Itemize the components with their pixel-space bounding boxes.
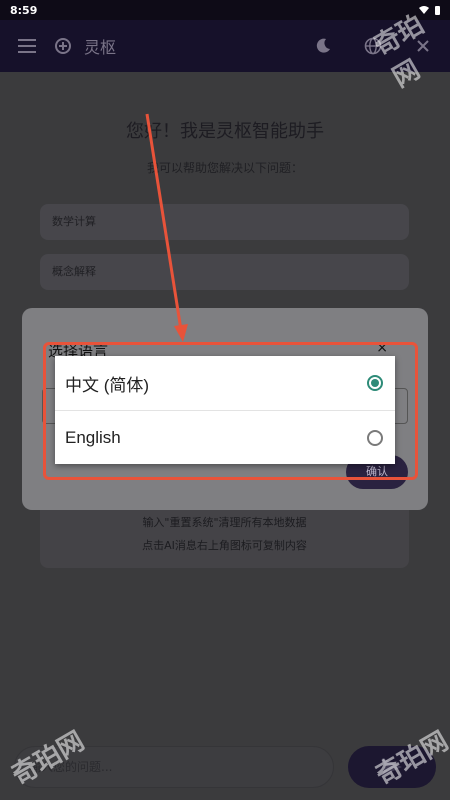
app-title: 灵枢 [84,38,117,57]
status-bar: 8:59 [0,0,450,20]
welcome-subtitle: 我可以帮助您解决以下问题： [146,161,303,175]
tip-text: 输入"重置系统"清理所有本地数据 [142,516,307,529]
annotation-highlight-box [43,342,418,480]
status-time: 8:59 [10,3,38,17]
tip-text: 点击AI消息右上角图标可复制内容 [142,539,307,552]
suggestion-chip[interactable]: 数学计算 [40,204,409,240]
add-chat-icon[interactable] [52,35,74,57]
menu-icon[interactable] [16,35,38,57]
moon-icon[interactable] [312,35,334,57]
welcome-heading: 您好！我是灵枢智能助手 [126,121,324,142]
suggestion-chip[interactable]: 概念解释 [40,254,409,290]
